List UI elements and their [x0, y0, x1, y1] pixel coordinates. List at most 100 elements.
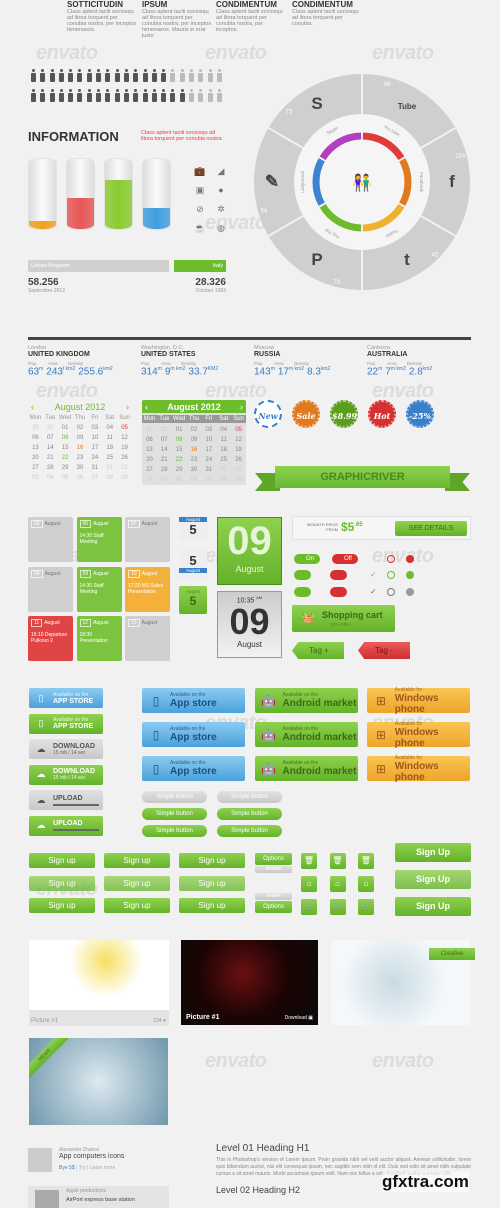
store-badge-button[interactable]: ⊞ Available for Windows phone: [367, 755, 470, 783]
store-badge-button[interactable]: ⊞ Available for Windows phone: [367, 721, 470, 749]
calendar-day[interactable]: 24: [201, 457, 216, 463]
calendar-day[interactable]: 24: [87, 455, 102, 461]
disable-button[interactable]: disable: [255, 866, 292, 873]
calendar-day[interactable]: 17: [87, 445, 102, 451]
calendar-day[interactable]: 05: [58, 475, 73, 481]
cart-icon[interactable]: 🛒: [301, 899, 317, 915]
toggle-switch[interactable]: [330, 570, 347, 580]
social-icon[interactable]: Tube: [398, 102, 417, 111]
event-day-cell[interactable]: 13 August: [125, 616, 170, 661]
social-icon[interactable]: f: [449, 172, 455, 191]
cart-icon[interactable]: 🛒: [329, 899, 346, 915]
calendar-day[interactable]: 12: [231, 437, 246, 443]
checkmark-icon[interactable]: ✓: [370, 570, 377, 579]
calendar-day[interactable]: 26: [117, 455, 132, 461]
calendar-day[interactable]: 08: [172, 437, 187, 443]
sign-up-large-button[interactable]: Sign Up: [395, 870, 471, 889]
simple-button[interactable]: Simple button: [217, 791, 282, 803]
calendar-day[interactable]: 26: [231, 457, 246, 463]
radio-button[interactable]: [406, 571, 414, 579]
calendar-day[interactable]: 30: [187, 467, 202, 473]
calendar-day[interactable]: 15: [172, 447, 187, 453]
event-day-cell[interactable]: 12 August 18:30 Presentation: [76, 616, 122, 661]
calendar-day[interactable]: 11: [216, 437, 231, 443]
calendar-day[interactable]: 01: [172, 427, 187, 433]
calendar-day[interactable]: 22: [172, 457, 187, 463]
calendar-day[interactable]: 02: [187, 427, 202, 433]
calendar-day[interactable]: 22: [58, 455, 73, 461]
simple-button[interactable]: Simple button: [217, 825, 282, 837]
calendar-day[interactable]: 02: [73, 425, 88, 431]
calendar-day[interactable]: 28: [43, 465, 58, 471]
heart-icon[interactable]: ♥: [163, 1018, 166, 1024]
basket-icon[interactable]: ⌂: [301, 876, 317, 892]
calendar-day[interactable]: 25: [102, 455, 117, 461]
left-action-button[interactable]: ☁ DOWNLOAD 15 mb / 14 sec: [29, 739, 103, 759]
toggle-on[interactable]: On: [294, 554, 320, 564]
store-badge-button[interactable]: ▯ Available on the App store: [142, 756, 245, 781]
calendar-day[interactable]: 18: [102, 445, 117, 451]
event-day-cell[interactable]: 09 August 14:30 Staff Meeting: [76, 566, 122, 612]
calendar-day[interactable]: 17: [201, 447, 216, 453]
radio-button[interactable]: [387, 588, 395, 596]
calendar-day[interactable]: 19: [231, 447, 246, 453]
event-day-cell[interactable]: 07 August: [125, 517, 170, 562]
simple-button[interactable]: Simple button: [142, 808, 207, 820]
calendar-day[interactable]: 04: [102, 425, 117, 431]
checkmark-icon[interactable]: ✓: [370, 587, 377, 596]
toggle-switch[interactable]: [330, 587, 347, 597]
radio-button[interactable]: [387, 571, 395, 579]
options-button[interactable]: Options: [255, 853, 292, 865]
store-badge-button[interactable]: ▯ Available on the App store: [142, 722, 245, 747]
calendar-day[interactable]: 03: [28, 475, 43, 481]
toggle-switch[interactable]: [294, 570, 311, 580]
calendar-day[interactable]: 16: [187, 447, 202, 453]
toggle-off[interactable]: Off: [332, 554, 358, 564]
calendar-day[interactable]: 23: [73, 455, 88, 461]
calendar-day[interactable]: 03: [142, 477, 157, 483]
calendar-day[interactable]: 31: [157, 427, 172, 433]
calendar-day[interactable]: 14: [43, 445, 58, 451]
social-icon[interactable]: P: [311, 250, 322, 269]
left-action-button[interactable]: ☁ UPLOAD: [29, 815, 103, 836]
picture-card[interactable]: Creative: [331, 940, 475, 1025]
calendar-day[interactable]: 16: [73, 445, 88, 451]
calendar-day[interactable]: 05: [231, 427, 246, 433]
mini-calendar[interactable]: August 5: [179, 586, 207, 614]
calendar-day[interactable]: 27: [28, 465, 43, 471]
mini-calendar[interactable]: August 5: [179, 517, 207, 541]
left-action-button[interactable]: ☁ DOWNLOAD 15 mb / 14 sec: [29, 764, 103, 785]
sign-up-large-button[interactable]: Sign Up: [395, 843, 471, 862]
calendar-day[interactable]: 09: [187, 437, 202, 443]
calendar-day[interactable]: 08: [58, 435, 73, 441]
download-link[interactable]: Download: [285, 1015, 307, 1021]
list-item[interactable]: Apple productions AirPort express base s…: [28, 1186, 169, 1208]
calendar-day[interactable]: 07: [87, 475, 102, 481]
sign-up-button[interactable]: Sign up: [29, 875, 95, 891]
calendar-day[interactable]: 09: [231, 477, 246, 483]
left-action-button[interactable]: ▯ Available on the APP STORE: [29, 688, 103, 708]
social-icon[interactable]: t: [404, 250, 410, 269]
buy-link[interactable]: Bye 5$: [59, 1165, 75, 1171]
calendar-day[interactable]: 29: [58, 465, 73, 471]
left-action-button[interactable]: ▯ Available on the APP STORE: [29, 713, 103, 734]
mini-calendar[interactable]: 5 August: [179, 550, 207, 580]
shopping-cart-button[interactable]: 🧺 Shopping cart 25% Offer: [292, 605, 395, 632]
radio-button[interactable]: [387, 555, 395, 563]
sign-up-button[interactable]: Sign up: [29, 853, 95, 868]
calendar-day[interactable]: 08: [102, 475, 117, 481]
list-links[interactable]: | Try | Learn more: [76, 1165, 115, 1171]
calendar-day[interactable]: 08: [216, 477, 231, 483]
calendar-day[interactable]: 06: [187, 477, 202, 483]
store-badge-button[interactable]: ▯ Available on the App store: [142, 688, 245, 713]
calendar-day[interactable]: 28: [157, 467, 172, 473]
trash-icon[interactable]: 🗑: [329, 853, 346, 869]
enable-button[interactable]: enable: [255, 893, 292, 900]
calendar-day[interactable]: 01: [216, 467, 231, 473]
calendar-day[interactable]: 04: [216, 427, 231, 433]
calendar-day[interactable]: 15: [58, 445, 73, 451]
cart-icon[interactable]: 🛒: [358, 899, 374, 915]
social-icon[interactable]: S: [311, 94, 322, 113]
trash-icon[interactable]: 🗑: [301, 853, 317, 869]
calendar-day[interactable]: 18: [216, 447, 231, 453]
